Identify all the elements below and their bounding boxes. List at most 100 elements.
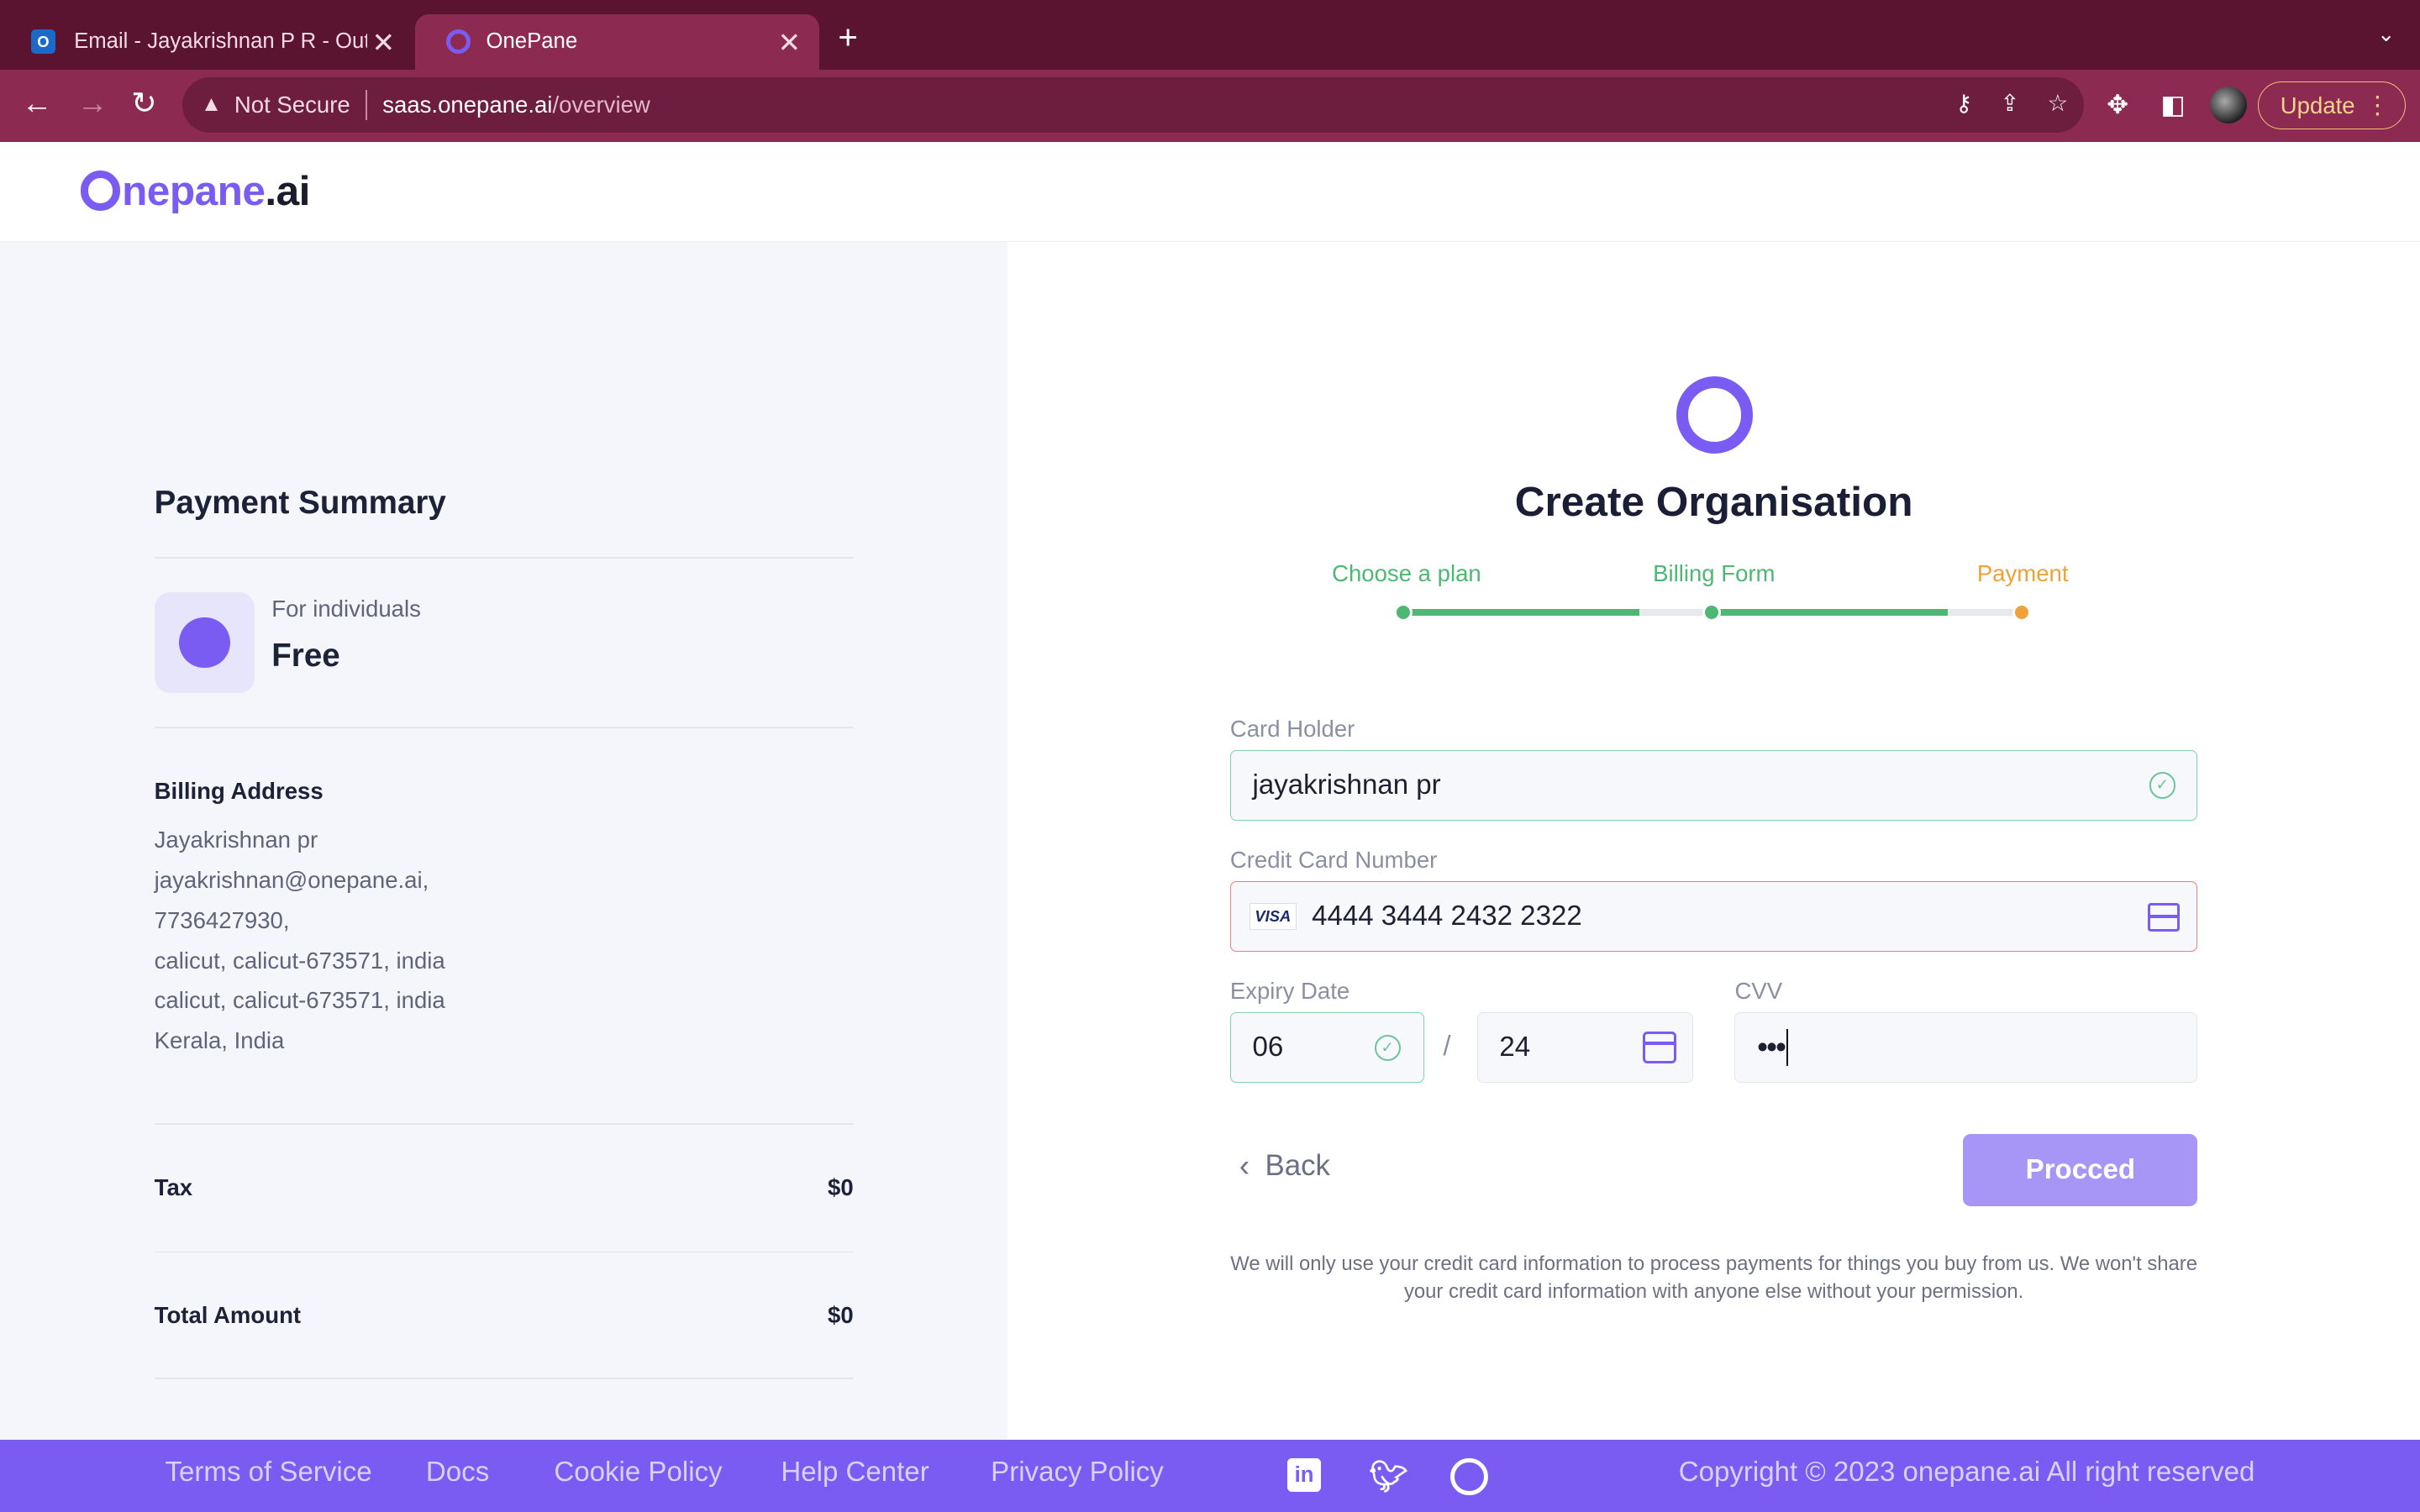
expiry-month-input[interactable]: 06 ✓ bbox=[1229, 1011, 1425, 1084]
credit-card-number-value: 4444 3444 2432 2322 bbox=[1312, 900, 1582, 932]
footer-link-cookie-policy[interactable]: Cookie Policy bbox=[554, 1457, 722, 1488]
privacy-notice: We will only use your credit card inform… bbox=[1230, 1252, 2198, 1303]
expiry-date-label: Expiry Date bbox=[1229, 978, 1350, 1005]
browser-tab-bar: O Email - Jayakrishnan P R - Outl ✕ OneP… bbox=[0, 0, 2420, 70]
extensions-puzzle-icon[interactable]: ✥ bbox=[2107, 90, 2128, 120]
step-billing-form: Billing Form bbox=[1653, 559, 1776, 586]
billing-address-line: jayakrishnan@onepane.ai, bbox=[154, 867, 429, 894]
back-label: Back bbox=[1265, 1148, 1330, 1182]
billing-address-line: calicut, calicut-673571, india bbox=[154, 987, 445, 1014]
key-icon[interactable]: ⚷ bbox=[1955, 90, 1972, 117]
calendar-icon[interactable] bbox=[1643, 1031, 1677, 1064]
update-button[interactable]: Update ⋮ bbox=[2258, 81, 2407, 130]
cvv-value: ••• bbox=[1757, 1030, 1786, 1065]
step-node-1 bbox=[1393, 603, 1413, 622]
profile-avatar[interactable] bbox=[2210, 86, 2248, 123]
url-host[interactable]: saas.onepane.ai bbox=[382, 92, 552, 118]
divider bbox=[154, 1378, 854, 1379]
plan-subtitle: For individuals bbox=[271, 595, 421, 622]
logo-tld: .ai bbox=[265, 167, 310, 215]
tax-value: $0 bbox=[828, 1173, 854, 1200]
cvv-input[interactable]: ••• bbox=[1734, 1011, 2198, 1084]
new-tab-icon[interactable]: + bbox=[838, 20, 858, 54]
more-menu-icon[interactable]: ⋮ bbox=[2365, 91, 2390, 120]
copyright: Copyright © 2023 onepane.ai All right re… bbox=[1678, 1456, 2255, 1488]
app-header: nepane .ai bbox=[0, 141, 2420, 243]
github-icon[interactable] bbox=[1450, 1457, 1488, 1495]
payment-summary-panel bbox=[0, 242, 1008, 1440]
logo-brand: nepane bbox=[122, 167, 266, 215]
page-title: Create Organisation bbox=[1514, 477, 1913, 525]
close-tab-icon[interactable]: ✕ bbox=[778, 26, 802, 60]
proceed-button[interactable]: Procced bbox=[1963, 1133, 2198, 1207]
address-bar[interactable]: ▲ Not Secure saas.onepane.ai /overview ⚷… bbox=[182, 76, 2084, 133]
text-cursor bbox=[1786, 1029, 1788, 1067]
footer-link-terms[interactable]: Terms of Service bbox=[166, 1457, 372, 1488]
credit-card-number-label: Credit Card Number bbox=[1229, 847, 1438, 874]
browser-toolbar: ← → ↻ ▲ Not Secure saas.onepane.ai /over… bbox=[0, 69, 2420, 142]
divider bbox=[154, 557, 854, 559]
tax-label: Tax bbox=[154, 1173, 193, 1200]
visa-icon: VISA bbox=[1249, 903, 1297, 930]
expiry-year-value: 24 bbox=[1499, 1032, 1531, 1063]
reload-icon[interactable]: ↻ bbox=[131, 87, 157, 119]
logo-ring-icon bbox=[80, 171, 121, 212]
divider bbox=[154, 727, 854, 728]
bookmark-star-icon[interactable]: ☆ bbox=[2047, 90, 2068, 117]
plan-name: Free bbox=[271, 637, 340, 674]
expiry-year-input[interactable]: 24 bbox=[1476, 1011, 1693, 1084]
plan-dot-icon bbox=[179, 617, 230, 669]
tab-title: OnePane bbox=[486, 29, 578, 54]
footer: Terms of Service Docs Cookie Policy Help… bbox=[0, 1439, 2420, 1512]
address-bar-actions: ⚷ ⇪ ☆ bbox=[1955, 90, 2068, 117]
close-tab-icon[interactable]: ✕ bbox=[372, 26, 396, 60]
billing-address-title: Billing Address bbox=[154, 777, 324, 804]
credit-card-icon bbox=[2147, 903, 2181, 932]
stepper-progress-1 bbox=[1404, 609, 1639, 616]
billing-address-line: 7736427930, bbox=[154, 906, 290, 933]
total-amount-value: $0 bbox=[828, 1302, 854, 1329]
tab-search-chevron-icon[interactable]: ⌄ bbox=[2377, 22, 2396, 47]
tab-title: Email - Jayakrishnan P R - Outl bbox=[74, 29, 368, 54]
step-choose-plan: Choose a plan bbox=[1332, 559, 1481, 586]
card-holder-label: Card Holder bbox=[1229, 716, 1355, 743]
twitter-icon[interactable]: 🐦︎ bbox=[1369, 1458, 1408, 1494]
card-holder-input[interactable]: jayakrishnan pr ✓ bbox=[1229, 749, 2198, 822]
url-path[interactable]: /overview bbox=[552, 92, 650, 118]
chevron-left-icon: ‹ bbox=[1239, 1147, 1250, 1183]
onepane-logo[interactable]: nepane .ai bbox=[80, 166, 310, 215]
total-amount-label: Total Amount bbox=[154, 1302, 302, 1329]
plan-icon bbox=[154, 592, 255, 693]
billing-address-line: calicut, calicut-673571, india bbox=[154, 947, 445, 974]
step-node-2 bbox=[1702, 603, 1721, 622]
footer-link-help-center[interactable]: Help Center bbox=[781, 1457, 929, 1488]
tab-onepane[interactable]: OnePane ✕ bbox=[415, 13, 820, 70]
back-button[interactable]: ‹ Back bbox=[1239, 1148, 1330, 1184]
check-circle-icon: ✓ bbox=[2149, 772, 2175, 799]
check-circle-icon: ✓ bbox=[1374, 1034, 1401, 1061]
footer-link-privacy-policy[interactable]: Privacy Policy bbox=[991, 1457, 1164, 1488]
outlook-icon: O bbox=[30, 29, 56, 55]
back-arrow-icon[interactable]: ← bbox=[22, 87, 53, 119]
forward-arrow-icon[interactable]: → bbox=[77, 87, 108, 119]
security-label[interactable]: Not Secure bbox=[234, 92, 350, 118]
billing-address-line: Kerala, India bbox=[154, 1027, 285, 1054]
divider bbox=[154, 1123, 854, 1125]
credit-card-number-input[interactable]: VISA 4444 3444 2432 2322 bbox=[1229, 880, 2198, 953]
onepane-ring-icon bbox=[1676, 376, 1754, 454]
step-payment: Payment bbox=[1976, 559, 2069, 586]
expiry-separator: / bbox=[1443, 1030, 1451, 1062]
warning-icon[interactable]: ▲ bbox=[201, 92, 222, 117]
payment-summary-title: Payment Summary bbox=[154, 484, 446, 521]
expiry-month-value: 06 bbox=[1252, 1032, 1284, 1063]
footer-link-docs[interactable]: Docs bbox=[426, 1457, 489, 1488]
side-panel-icon[interactable]: ◧ bbox=[2160, 90, 2186, 120]
share-icon[interactable]: ⇪ bbox=[2000, 90, 2019, 117]
stepper-progress-2 bbox=[1712, 609, 1948, 616]
divider bbox=[154, 1251, 854, 1253]
linkedin-icon[interactable]: in bbox=[1286, 1457, 1322, 1493]
step-node-3 bbox=[2012, 603, 2032, 622]
divider bbox=[366, 89, 367, 121]
tab-outlook[interactable]: O Email - Jayakrishnan P R - Outl ✕ bbox=[0, 14, 413, 70]
update-label: Update bbox=[2280, 92, 2355, 118]
